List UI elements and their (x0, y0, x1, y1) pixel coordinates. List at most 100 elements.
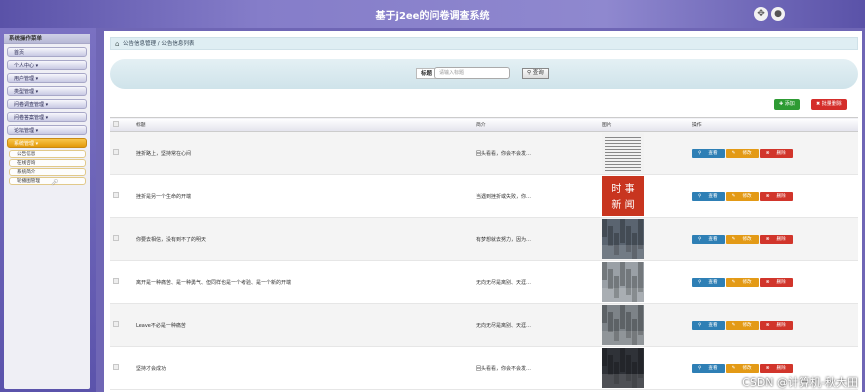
mouse-cursor-icon: ➚ (51, 178, 59, 188)
table-row: 挫折是另一个生命的开端 当遇到挫折或失败，你… 时 事新 闻 ⚲ 查看 ✎ 修改 ⊗ 删除 (110, 174, 858, 218)
view-button[interactable]: ⚲ 查看 (692, 320, 725, 330)
edit-icon: ✎ (731, 193, 736, 199)
view-button[interactable]: ⚲ 查看 (692, 191, 725, 201)
select-all-checkbox[interactable] (113, 120, 119, 127)
breadcrumb: ⌂ 公告信息管理 / 公告信息列表 (110, 37, 858, 50)
edit-button[interactable]: ✎ 修改 (725, 277, 759, 287)
delete-button[interactable]: ⊗ 删除 (759, 363, 793, 373)
add-button[interactable]: ✚ 添加 (774, 99, 800, 110)
table-row: 你要去相信，没有到不了的明天 有梦想就去努力，因为… ⚲ 查看 ✎ 修改 ⊗ 删除 (110, 217, 858, 261)
delete-label: 删除 (776, 150, 786, 156)
delete-label: 删除 (776, 193, 786, 199)
row-checkbox[interactable] (113, 235, 119, 241)
view-icon: ⚲ (698, 279, 702, 285)
table-row: Leave不必是一种痛苦 无向无尽是离别、天涯… ⚲ 查看 ✎ 修改 ⊗ 删除 (110, 303, 858, 347)
delete-label: 删除 (776, 365, 786, 371)
row-checkbox[interactable] (113, 192, 119, 198)
row-intro: 无向无尽是离别、天涯… (476, 260, 602, 304)
delete-button[interactable]: ⊗ 删除 (759, 148, 793, 158)
view-label: 查看 (708, 322, 718, 328)
delete-button[interactable]: ⊗ 删除 (759, 320, 793, 330)
submenu-item[interactable]: 在线咨询 (9, 159, 86, 167)
top-header: 基于j2ee的问卷调查系统 ✥ ● (0, 0, 865, 28)
row-checkbox[interactable] (113, 364, 119, 370)
batch-delete-button[interactable]: ✖ 批量删除 (811, 99, 847, 110)
delete-icon: ⊗ (765, 236, 770, 242)
edit-label: 修改 (742, 193, 752, 199)
col-image: 图片 (602, 117, 692, 132)
settings-icon[interactable]: ✥ (754, 7, 768, 21)
news-image-text: 时 事 (611, 182, 634, 195)
view-label: 查看 (708, 236, 718, 242)
edit-button[interactable]: ✎ 修改 (725, 363, 759, 373)
row-intro: 无向无尽是离别、天涯… (476, 303, 602, 347)
breadcrumb-item[interactable]: 公告信息管理 (123, 41, 156, 47)
row-actions: ⚲ 查看 ✎ 修改 ⊗ 删除 (692, 131, 858, 175)
edit-label: 修改 (742, 365, 752, 371)
sidebar-item[interactable]: 个人中心 ▾ (7, 60, 87, 70)
view-label: 查看 (708, 365, 718, 371)
app-title: 基于j2ee的问卷调查系统 (375, 11, 490, 22)
row-checkbox[interactable] (113, 278, 119, 284)
row-title: Leave不必是一种痛苦 (136, 303, 476, 347)
view-icon: ⚲ (698, 150, 702, 156)
edit-icon: ✎ (731, 279, 736, 285)
sidebar-item[interactable]: 首页 (7, 47, 87, 57)
edit-button[interactable]: ✎ 修改 (725, 191, 759, 201)
news-image-text: 新 闻 (611, 198, 634, 211)
edit-button[interactable]: ✎ 修改 (725, 320, 759, 330)
watermark: CSDN @计算机-秋大田 (742, 376, 858, 389)
data-table: 标题 简介 图片 操作 挫折路上，坚持常在心间 回头看看，你会不会发… ⚲ 查看 ✎ … (110, 117, 858, 390)
table-row: 挫折路上，坚持常在心间 回头看看，你会不会发… ⚲ 查看 ✎ 修改 ⊗ 删除 (110, 131, 858, 175)
row-title: 挫折路上，坚持常在心间 (136, 131, 476, 175)
view-button[interactable]: ⚲ 查看 (692, 277, 725, 287)
delete-label: 删除 (776, 279, 786, 285)
user-icon[interactable]: ● (771, 7, 785, 21)
row-title: 挫折是另一个生命的开端 (136, 174, 476, 218)
row-select-cell (110, 131, 136, 175)
view-icon: ⚲ (698, 193, 702, 199)
view-button[interactable]: ⚲ 查看 (692, 234, 725, 244)
delete-button[interactable]: ⊗ 删除 (759, 277, 793, 287)
submenu-item[interactable]: 轮播图管理 (9, 177, 86, 185)
row-image (602, 260, 692, 304)
main-content: ⌂ 公告信息管理 / 公告信息列表 标题 请输入标题 ⚲ 查询 ✚ 添加 ✖ 批… (104, 31, 862, 392)
edit-icon: ✎ (731, 322, 736, 328)
view-label: 查看 (708, 150, 718, 156)
row-intro: 回头看看，你会不会发… (476, 131, 602, 175)
row-checkbox[interactable] (113, 321, 119, 327)
sidebar: 系统操作菜单 首页 个人中心 ▾ 用户管理 ▾ 类型管理 ▾ 问卷调查管理 ▾ 问卷答案管… (0, 28, 96, 392)
row-checkbox[interactable] (113, 149, 119, 155)
search-input[interactable]: 请输入标题 (434, 67, 510, 79)
home-icon[interactable]: ⌂ (115, 38, 119, 50)
row-image (602, 346, 692, 390)
sidebar-item[interactable]: 类型管理 ▾ (7, 86, 87, 96)
view-icon: ⚲ (698, 236, 702, 242)
sidebar-item[interactable]: 系统管理 ▾ (7, 138, 87, 148)
sidebar-item[interactable]: 论坛管理 ▾ (7, 125, 87, 135)
delete-button[interactable]: ⊗ 删除 (759, 191, 793, 201)
delete-icon: ⊗ (765, 150, 770, 156)
edit-icon: ✎ (731, 150, 736, 156)
view-label: 查看 (708, 279, 718, 285)
view-icon: ⚲ (698, 322, 702, 328)
submenu-item[interactable]: 公告信息 (9, 150, 86, 158)
sidebar-item[interactable]: 用户管理 ▾ (7, 73, 87, 83)
row-actions: ⚲ 查看 ✎ 修改 ⊗ 删除 (692, 174, 858, 218)
sidebar-item[interactable]: 问卷调查管理 ▾ (7, 99, 87, 109)
view-button[interactable]: ⚲ 查看 (692, 148, 725, 158)
row-title: 坚持才会成功 (136, 346, 476, 390)
edit-icon: ✎ (731, 236, 736, 242)
delete-button[interactable]: ⊗ 删除 (759, 234, 793, 244)
edit-button[interactable]: ✎ 修改 (725, 148, 759, 158)
edit-button[interactable]: ✎ 修改 (725, 234, 759, 244)
sidebar-item[interactable]: 问卷答案管理 ▾ (7, 112, 87, 122)
table-row: 离开是一种痛苦、是一种勇气、但同样也是一个考验、是一个新的开端 无向无尽是离别、天… (110, 260, 858, 304)
row-image: 时 事新 闻 (602, 174, 692, 218)
view-button[interactable]: ⚲ 查看 (692, 363, 725, 373)
submenu-item[interactable]: 系统简介 (9, 168, 86, 176)
search-button[interactable]: ⚲ 查询 (522, 68, 549, 79)
delete-icon: ⊗ (765, 322, 770, 328)
view-icon: ⚲ (698, 365, 702, 371)
row-select-cell (110, 174, 136, 218)
